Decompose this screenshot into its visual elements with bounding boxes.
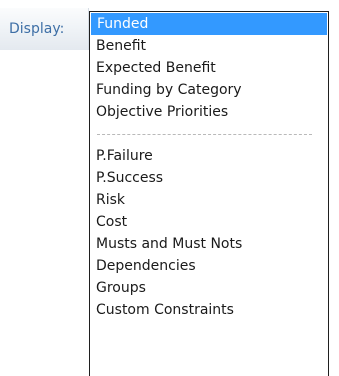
dropdown-option-funding-by-category[interactable]: Funding by Category: [90, 79, 328, 101]
dropdown-option-musts-and-must-nots[interactable]: Musts and Must Nots: [90, 233, 328, 255]
dropdown-option-groups[interactable]: Groups: [90, 277, 328, 299]
dropdown-option-cost[interactable]: Cost: [90, 211, 328, 233]
display-dropdown-screen: Display: Funded Benefit Expected Benefit…: [0, 0, 339, 376]
display-label: Display:: [9, 21, 65, 37]
dropdown-option-objective-priorities[interactable]: Objective Priorities: [90, 101, 328, 123]
dropdown-option-custom-constraints[interactable]: Custom Constraints: [90, 299, 328, 321]
dropdown-option-p-success[interactable]: P.Success: [90, 167, 328, 189]
dropdown-option-risk[interactable]: Risk: [90, 189, 328, 211]
display-dropdown-list[interactable]: Funded Benefit Expected Benefit Funding …: [89, 11, 329, 376]
dropdown-option-funded[interactable]: Funded: [91, 13, 327, 35]
dropdown-option-expected-benefit[interactable]: Expected Benefit: [90, 57, 328, 79]
dropdown-option-p-failure[interactable]: P.Failure: [90, 145, 328, 167]
display-label-bar: Display:: [0, 8, 89, 50]
dropdown-separator: [90, 123, 328, 145]
dropdown-option-benefit[interactable]: Benefit: [90, 35, 328, 57]
separator-line: [97, 134, 312, 135]
dropdown-option-dependencies[interactable]: Dependencies: [90, 255, 328, 277]
